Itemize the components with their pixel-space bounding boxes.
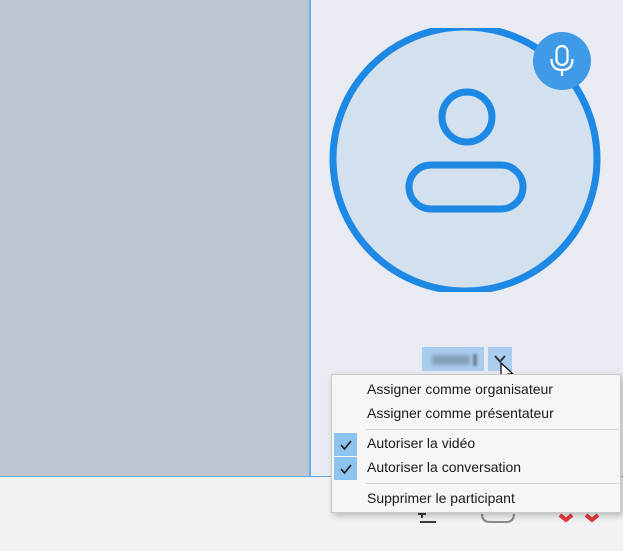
screen-share-icon xyxy=(481,513,515,523)
microphone-icon xyxy=(550,44,574,76)
menu-separator xyxy=(366,483,619,484)
checkmark-icon xyxy=(339,439,352,450)
video-stage xyxy=(0,0,309,476)
menu-item-label: Assigner comme présentateur xyxy=(367,405,554,421)
checkmark-icon xyxy=(339,463,352,474)
menu-item-allow-chat[interactable]: Autoriser la conversation xyxy=(332,456,620,480)
participant-name-redacted-mark xyxy=(473,354,477,366)
microphone-status-button[interactable] xyxy=(533,32,591,90)
participant-name[interactable] xyxy=(422,347,484,371)
menu-item-label: Supprimer le participant xyxy=(367,490,515,506)
menu-item-checkbox xyxy=(334,433,357,456)
participant-name-redacted xyxy=(432,355,470,365)
menu-item-remove-participant[interactable]: Supprimer le participant xyxy=(332,487,620,511)
menu-separator xyxy=(366,429,619,430)
call-toolbar-icons xyxy=(418,510,600,523)
menu-item-label: Autoriser la vidéo xyxy=(367,435,476,451)
menu-item-allow-video[interactable]: Autoriser la vidéo xyxy=(332,432,620,456)
menu-item-make-presenter[interactable]: Assigner comme présentateur xyxy=(332,402,620,426)
menu-item-checkbox xyxy=(334,457,357,480)
reactions-icon xyxy=(558,513,600,523)
participant-context-menu: Assigner comme organisateur Assigner com… xyxy=(331,374,621,513)
menu-item-make-organizer[interactable]: Assigner comme organisateur xyxy=(332,378,620,402)
skype-call-window: Assigner comme organisateur Assigner com… xyxy=(0,0,623,551)
menu-item-label: Assigner comme organisateur xyxy=(367,381,553,397)
menu-item-label: Autoriser la conversation xyxy=(367,459,522,475)
